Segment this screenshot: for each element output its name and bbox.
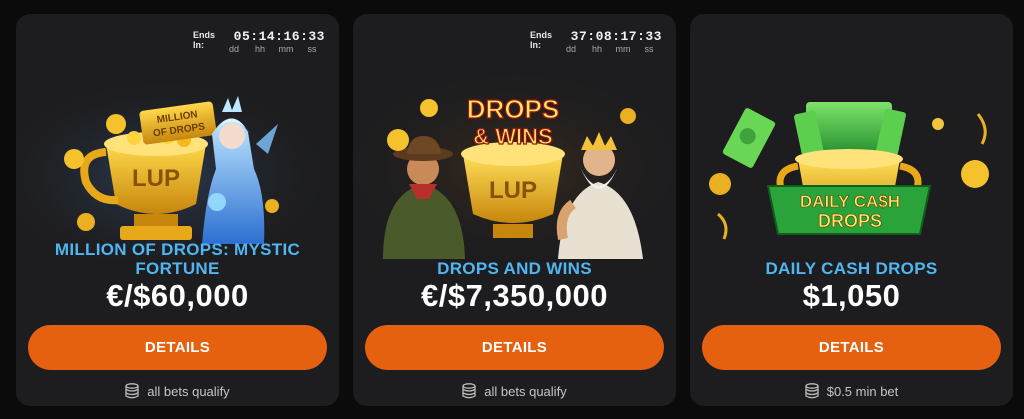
- promo-artwork-drops-and-wins: LUP DROPS & WINS: [353, 74, 676, 259]
- svg-text:DROPS: DROPS: [818, 211, 882, 231]
- svg-text:& WINS: & WINS: [473, 124, 552, 149]
- countdown-timer: Ends In: 05:14:16:33 dd hh mm ss: [193, 30, 325, 55]
- ends-in-label: Ends In:: [192, 30, 215, 50]
- countdown-units: dd hh mm ss: [228, 44, 317, 54]
- promo-card-drops-and-wins[interactable]: Ends In: 37:08:17:33 dd hh mm ss LUP DRO…: [353, 14, 676, 406]
- countdown-timer: Ends In: 37:08:17:33 dd hh mm ss: [530, 30, 662, 55]
- promo-card-daily-cash-drops[interactable]: DAILY CA$H DROPS DAILY CASH DROPS $1,050…: [690, 14, 1013, 406]
- promo-prize-amount: €/$7,350,000: [420, 278, 608, 313]
- footnote-text: $0.5 min bet: [826, 383, 899, 399]
- coin-stack-icon: [805, 383, 819, 399]
- promo-title: DAILY CASH DROPS: [765, 259, 938, 278]
- promo-artwork-daily-cash-drops: DAILY CA$H DROPS: [709, 102, 989, 240]
- promo-prize-amount: €/$60,000: [106, 278, 249, 313]
- countdown-units: dd hh mm ss: [565, 44, 654, 54]
- svg-text:LUP: LUP: [132, 165, 180, 192]
- details-button[interactable]: DETAILS: [702, 325, 1001, 370]
- svg-text:LUP: LUP: [489, 177, 537, 204]
- svg-text:DAILY CA$H: DAILY CA$H: [800, 192, 900, 211]
- svg-text:DROPS: DROPS: [467, 94, 559, 124]
- countdown-value: 05:14:16:33: [233, 29, 325, 44]
- coin-stack-icon: [125, 383, 139, 399]
- footnote-text: all bets qualify: [484, 383, 567, 399]
- countdown-value: 37:08:17:33: [570, 29, 662, 44]
- footnote-text: all bets qualify: [147, 383, 230, 399]
- promo-prize-amount: $1,050: [802, 278, 901, 313]
- promo-title: DROPS AND WINS: [437, 259, 592, 278]
- ends-in-label: Ends In:: [529, 30, 552, 50]
- promo-footnote: all bets qualify: [353, 383, 676, 399]
- coin-stack-icon: [462, 383, 476, 399]
- details-button[interactable]: DETAILS: [28, 325, 327, 370]
- promo-title: MILLION OF DROPS: MYSTIC FORTUNE: [54, 240, 301, 278]
- promo-artwork-mystic-fortune: LUP MILLION OF DROPS: [16, 74, 339, 259]
- promo-card-row: Ends In: 05:14:16:33 dd hh mm ss LUP MIL…: [0, 0, 1024, 419]
- promo-footnote: all bets qualify: [16, 383, 339, 399]
- promo-card-mystic-fortune[interactable]: Ends In: 05:14:16:33 dd hh mm ss LUP MIL…: [16, 14, 339, 406]
- details-button[interactable]: DETAILS: [365, 325, 664, 370]
- promo-footnote: $0.5 min bet: [690, 383, 1013, 399]
